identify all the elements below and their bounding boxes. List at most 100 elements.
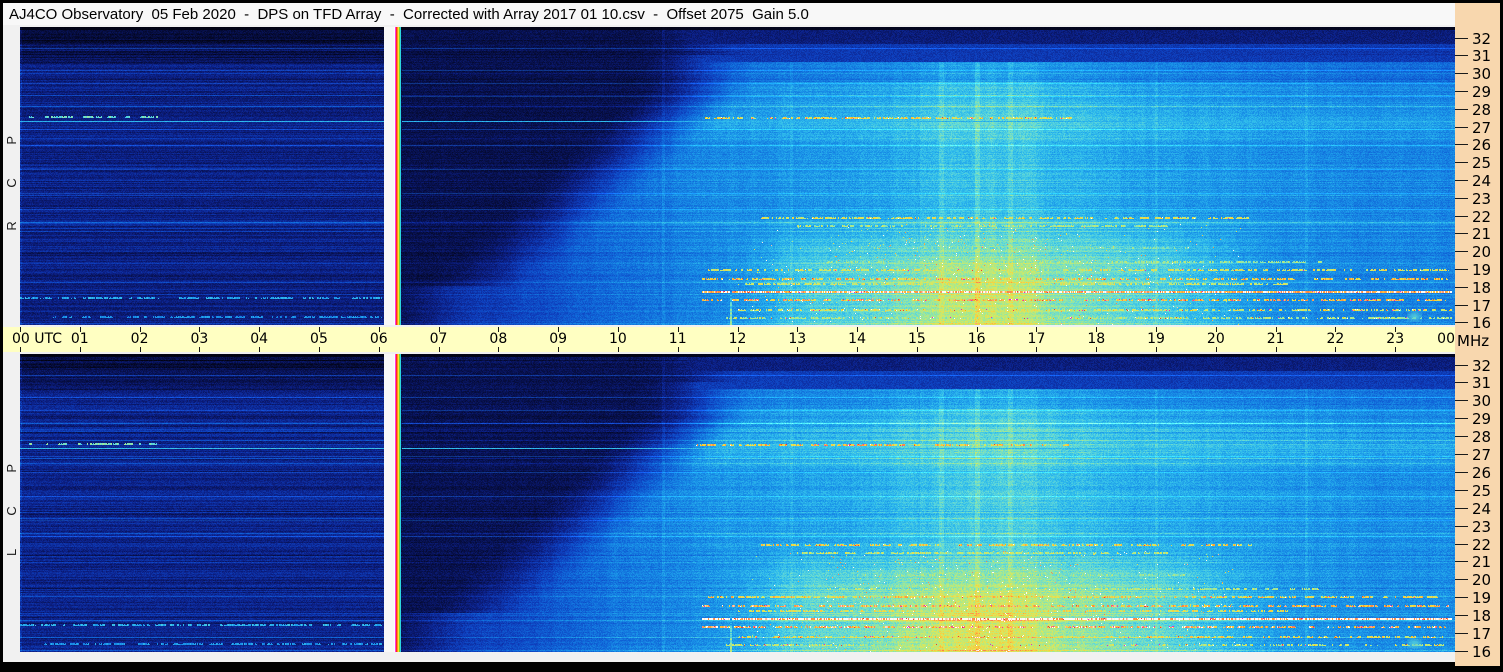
- freq-tick: [1455, 454, 1468, 455]
- freq-tick: [1455, 650, 1468, 652]
- hour-tick: [1335, 347, 1337, 352]
- hour-tick: [378, 347, 380, 352]
- time-tick-label: 21: [1266, 331, 1285, 347]
- freq-tick-label: 16: [1472, 642, 1492, 661]
- time-tick-label: 20: [1206, 331, 1225, 347]
- lcp-label-text: L C P: [4, 449, 19, 557]
- time-tick-label: 16: [967, 331, 986, 347]
- time-tick-label: 22: [1326, 331, 1345, 347]
- panel-label-lcp: L C P: [3, 354, 20, 652]
- hour-tick: [677, 347, 679, 352]
- freq-tick: [1455, 322, 1468, 324]
- freq-tick: [1455, 525, 1468, 527]
- freq-tick-label: 20: [1472, 243, 1492, 262]
- hour-tick: [139, 347, 141, 352]
- freq-tick: [1455, 633, 1468, 634]
- freq-tick-label: 22: [1472, 535, 1492, 554]
- freq-tick-label: 27: [1472, 446, 1492, 464]
- time-tick-label: 00: [1437, 331, 1455, 347]
- freq-tick: [1455, 561, 1468, 563]
- hour-tick: [797, 347, 799, 352]
- hour-tick: [737, 347, 739, 352]
- hour-tick: [1036, 347, 1038, 352]
- hour-tick: [79, 347, 81, 352]
- panel-label-rcp: R C P: [3, 27, 20, 325]
- freq-tick-label: 31: [1472, 374, 1492, 393]
- hour-tick: [916, 347, 918, 352]
- freq-tick: [1455, 37, 1468, 39]
- freq-tick: [1455, 489, 1468, 491]
- hour-tick: [1275, 347, 1277, 352]
- time-tick-label: 00 UTC: [12, 331, 63, 347]
- freq-tick-label: 30: [1472, 392, 1492, 411]
- time-tick-label: 01: [70, 331, 89, 347]
- frequency-axis: MHz 32 31 30 29 28 27 26 25 24 23 22 21 20 19 18 17 16 32…: [1455, 3, 1500, 666]
- freq-tick-label: 29: [1472, 82, 1492, 101]
- freq-tick-label: 25: [1472, 154, 1492, 173]
- freq-tick-label: 29: [1472, 410, 1492, 429]
- time-tick-label: 04: [250, 331, 269, 347]
- freq-tick: [1455, 73, 1468, 75]
- freq-tick-label: 21: [1472, 225, 1492, 244]
- freq-tick-label: 18: [1472, 278, 1492, 297]
- freq-tick: [1455, 179, 1468, 181]
- freq-tick: [1455, 579, 1468, 581]
- freq-tick: [1455, 543, 1468, 545]
- app-window: AJ4CO Observatory 05 Feb 2020 - DPS on T…: [0, 0, 1503, 672]
- time-tick-label: 05: [310, 331, 328, 347]
- time-tick-label: 10: [608, 331, 627, 347]
- freq-tick: [1455, 126, 1468, 128]
- freq-tick: [1455, 400, 1468, 402]
- freq-tick: [1455, 268, 1468, 270]
- freq-tick: [1455, 286, 1468, 288]
- freq-tick-label: 23: [1472, 189, 1492, 208]
- hour-tick: [857, 347, 859, 352]
- freq-tick-label: 16: [1472, 314, 1492, 333]
- freq-tick-label: 22: [1472, 207, 1492, 226]
- time-tick-label: 03: [190, 331, 209, 347]
- mhz-unit-label: MHz: [1457, 332, 1490, 350]
- freq-tick: [1455, 418, 1468, 420]
- time-tick-label: 23: [1386, 331, 1405, 347]
- freq-tick: [1455, 162, 1468, 164]
- hour-tick: [1395, 347, 1397, 352]
- freq-tick-label: 28: [1472, 428, 1492, 447]
- freq-tick: [1455, 108, 1468, 110]
- freq-tick-label: 26: [1472, 463, 1492, 482]
- hour-tick: [617, 347, 619, 352]
- time-axis: 00 UTC 01 02 03 04 05 06 07 08 09 10 11 12 13 14 15 16 17…: [3, 327, 1456, 352]
- time-tick-label: 13: [788, 331, 807, 347]
- hour-tick: [558, 347, 560, 352]
- freq-tick-label: 30: [1472, 65, 1492, 84]
- freq-tick: [1455, 215, 1468, 217]
- freq-tick: [1455, 233, 1468, 235]
- hour-tick: [438, 347, 440, 352]
- freq-tick-label: 20: [1472, 571, 1492, 590]
- freq-tick: [1455, 597, 1468, 599]
- freq-tick-label: 32: [1472, 29, 1492, 48]
- freq-tick-label: 23: [1472, 517, 1492, 536]
- freq-tick: [1455, 55, 1468, 57]
- hour-tick: [1156, 347, 1158, 352]
- time-tick-label: 12: [728, 331, 747, 347]
- freq-tick-label: 24: [1472, 499, 1492, 518]
- time-tick-label: 17: [1027, 331, 1046, 347]
- hour-tick: [976, 347, 978, 352]
- freq-tick-label: 19: [1472, 260, 1492, 279]
- time-tick-label: 08: [489, 331, 508, 347]
- freq-tick-label: 19: [1472, 589, 1492, 608]
- freq-tick-label: 31: [1472, 47, 1492, 66]
- time-tick-label: 02: [130, 331, 149, 347]
- freq-tick: [1455, 364, 1468, 366]
- title-bar: AJ4CO Observatory 05 Feb 2020 - DPS on T…: [3, 3, 1455, 25]
- hour-tick: [1215, 347, 1217, 352]
- time-tick-label: 09: [549, 331, 568, 347]
- hour-tick: [498, 347, 500, 352]
- freq-tick-label: 18: [1472, 607, 1492, 626]
- freq-tick-label: 32: [1472, 356, 1492, 375]
- hour-tick: [20, 347, 21, 352]
- time-tick-label: 07: [429, 331, 448, 347]
- hour-tick: [318, 347, 320, 352]
- time-tick-label: 15: [907, 331, 926, 347]
- freq-tick: [1455, 382, 1468, 384]
